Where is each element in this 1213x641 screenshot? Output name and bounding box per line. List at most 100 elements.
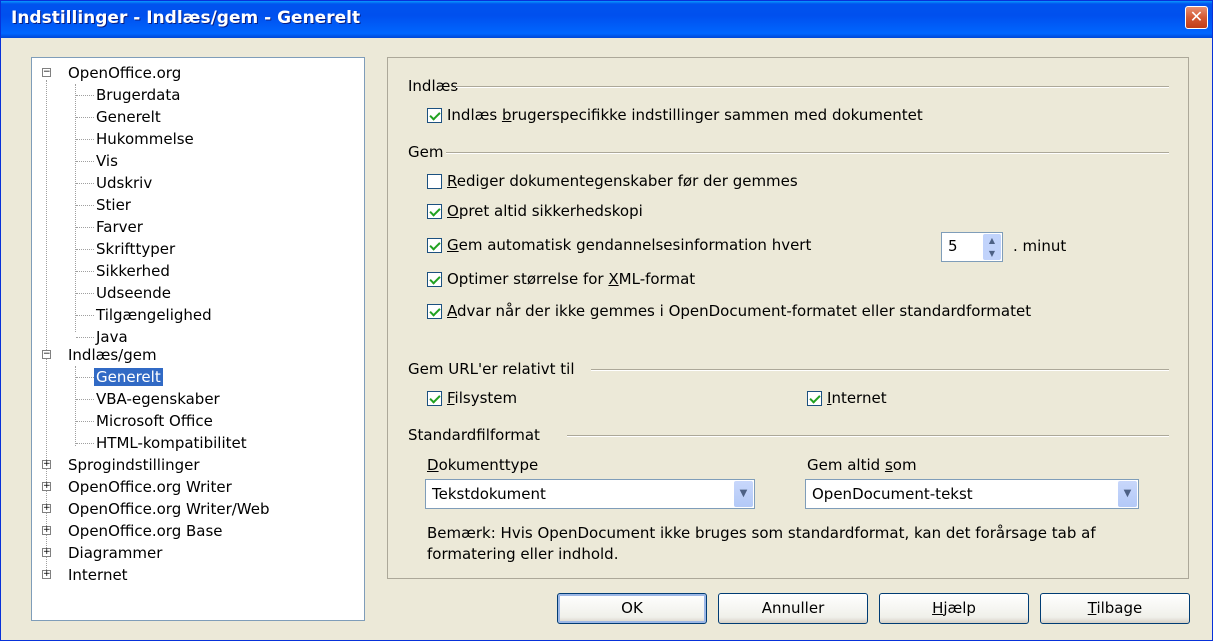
expand-icon[interactable]: +: [42, 460, 51, 469]
tree-item-generelt-oo[interactable]: Generelt: [96, 106, 161, 128]
help-button[interactable]: Hjælp: [879, 593, 1029, 624]
tree-item-generelt-selected[interactable]: Generelt: [94, 366, 163, 388]
collapse-icon[interactable]: −: [42, 350, 51, 359]
label-mnemonic: O: [447, 202, 459, 220]
options-tree[interactable]: − OpenOffice.org Brugerdata Generelt Huk…: [31, 57, 365, 621]
cancel-button[interactable]: Annuller: [718, 593, 868, 624]
tree-item-sprog[interactable]: Sprogindstillinger: [68, 454, 200, 476]
tree-item-stier[interactable]: Stier: [96, 194, 131, 216]
warn-odf-label[interactable]: Advar når der ikke gemmes i OpenDocument…: [447, 302, 1031, 320]
label-text: ilsystem: [454, 389, 518, 407]
tree-item-label: Skrifttyper: [96, 240, 176, 258]
backup-checkbox[interactable]: [427, 204, 442, 219]
xml-size-label[interactable]: Optimer størrelse for XML-format: [447, 270, 695, 288]
autosave-label[interactable]: Gem automatisk gendannelsesinformation h…: [447, 236, 811, 254]
label-text: nternet: [831, 389, 887, 407]
tree-item-label: Indlæs/gem: [68, 346, 157, 364]
label-mnemonic: F: [447, 389, 455, 407]
tree-item-diagrammer[interactable]: Diagrammer: [68, 542, 162, 564]
tree-item-vba[interactable]: VBA-egenskaber: [96, 388, 220, 410]
spinner-value: 5: [948, 237, 958, 255]
expand-icon[interactable]: +: [42, 548, 51, 557]
tree-item-skrifttyper[interactable]: Skrifttyper: [96, 238, 175, 260]
label-text: em automatisk gendannelsesinformation hv…: [458, 236, 812, 254]
autosave-checkbox[interactable]: [427, 238, 442, 253]
label-mnemonic: X: [608, 270, 619, 288]
tree-item-label: OpenOffice.org Writer: [68, 478, 232, 496]
section-label-format: Standardfilformat: [408, 426, 540, 444]
tree-item-writer-web[interactable]: OpenOffice.org Writer/Web: [68, 498, 270, 520]
tree-item-label: Stier: [96, 196, 131, 214]
tree-item-vis[interactable]: Vis: [96, 150, 118, 172]
saveas-label: Gem altid som: [807, 456, 917, 474]
label-mnemonic: A: [447, 302, 457, 320]
doctype-dropdown[interactable]: Tekstdokument ▼: [425, 479, 755, 509]
tree-item-openoffice[interactable]: OpenOffice.org: [68, 62, 181, 84]
filesystem-label[interactable]: Filsystem: [447, 389, 517, 407]
tree-item-brugerdata[interactable]: Brugerdata: [96, 84, 180, 106]
close-icon: ✕: [1189, 7, 1204, 26]
tree-item-writer[interactable]: OpenOffice.org Writer: [68, 476, 232, 498]
tree-item-label: OpenOffice.org Base: [68, 522, 223, 540]
doctype-label: Dokumenttype: [427, 456, 538, 474]
collapse-icon[interactable]: −: [42, 68, 51, 77]
button-label: Annuller: [761, 599, 825, 617]
tree-item-html[interactable]: HTML-kompatibilitet: [96, 432, 247, 454]
back-button[interactable]: Tilbage: [1040, 593, 1190, 624]
spinner-buttons[interactable]: ▲ ▼: [983, 234, 1001, 260]
format-note-line2: formatering eller indhold.: [427, 545, 619, 563]
chevron-down-icon[interactable]: ▼: [1118, 481, 1137, 507]
label-text: ediger dokumentegenskaber før der gemmes: [456, 172, 798, 190]
internet-label[interactable]: Internet: [827, 389, 887, 407]
expand-icon[interactable]: +: [42, 482, 51, 491]
label-text: ML-format: [618, 270, 696, 288]
tree-item-label: HTML-kompatibilitet: [96, 434, 247, 452]
tree-item-msoffice[interactable]: Microsoft Office: [96, 410, 213, 432]
tree-item-farver[interactable]: Farver: [96, 216, 143, 238]
chevron-down-icon[interactable]: ▼: [734, 481, 753, 507]
close-button[interactable]: ✕: [1185, 6, 1208, 29]
spin-down-icon[interactable]: ▼: [983, 247, 1001, 260]
ok-button[interactable]: OK: [557, 593, 707, 624]
filesystem-checkbox[interactable]: [427, 391, 442, 406]
warn-odf-checkbox[interactable]: [427, 304, 442, 319]
title-bar[interactable]: Indstillinger - Indlæs/gem - Generelt ✕: [1, 1, 1212, 38]
tree-item-label: OpenOffice.org: [68, 64, 182, 82]
load-user-settings-label[interactable]: Indlæs brugerspecifikke indstillinger sa…: [447, 106, 923, 124]
label-mnemonic: D: [427, 456, 439, 474]
tree-item-indlaes-gem[interactable]: Indlæs/gem: [68, 344, 157, 366]
autosave-minutes-spinner[interactable]: 5 ▲ ▼: [941, 232, 1003, 262]
backup-label[interactable]: Opret altid sikkerhedskopi: [447, 202, 643, 220]
tree-item-sikkerhed[interactable]: Sikkerhed: [96, 260, 170, 282]
label-text: pret altid sikkerhedskopi: [458, 202, 643, 220]
tree-item-label: Tilgængelighed: [96, 306, 212, 324]
tree-item-udskriv[interactable]: Udskriv: [96, 172, 152, 194]
label-text: rugerspecifikke indstillinger sammen med…: [511, 106, 923, 124]
tree-item-hukommelse[interactable]: Hukommelse: [96, 128, 194, 150]
tree-item-tilgaengelighed[interactable]: Tilgængelighed: [96, 304, 212, 326]
internet-checkbox[interactable]: [807, 391, 822, 406]
button-label: OK: [621, 599, 643, 617]
expand-icon[interactable]: +: [42, 570, 51, 579]
saveas-dropdown[interactable]: OpenDocument-tekst ▼: [805, 479, 1139, 509]
label-text: Gem altid: [807, 456, 885, 474]
button-label: ilbage: [1096, 599, 1143, 617]
tree-item-label: VBA-egenskaber: [96, 390, 220, 408]
tree-item-label: Vis: [96, 152, 118, 170]
load-user-settings-checkbox[interactable]: [427, 108, 442, 123]
spin-up-icon[interactable]: ▲: [983, 234, 1001, 247]
edit-properties-checkbox[interactable]: [427, 174, 442, 189]
tree-item-label: Diagrammer: [68, 544, 163, 562]
tree-item-udseende[interactable]: Udseende: [96, 282, 171, 304]
tree-item-base[interactable]: OpenOffice.org Base: [68, 520, 223, 542]
label-text: okumenttype: [438, 456, 539, 474]
label-mnemonic: s: [884, 456, 893, 474]
expand-icon[interactable]: +: [42, 526, 51, 535]
tree-item-label: Udskriv: [96, 174, 153, 192]
format-note-line1: Bemærk: Hvis OpenDocument ikke bruges so…: [427, 524, 1096, 542]
tree-item-label: Brugerdata: [96, 86, 181, 104]
expand-icon[interactable]: +: [42, 504, 51, 513]
edit-properties-label[interactable]: Rediger dokumentegenskaber før der gemme…: [447, 172, 798, 190]
xml-size-checkbox[interactable]: [427, 272, 442, 287]
tree-item-internet[interactable]: Internet: [68, 564, 128, 586]
